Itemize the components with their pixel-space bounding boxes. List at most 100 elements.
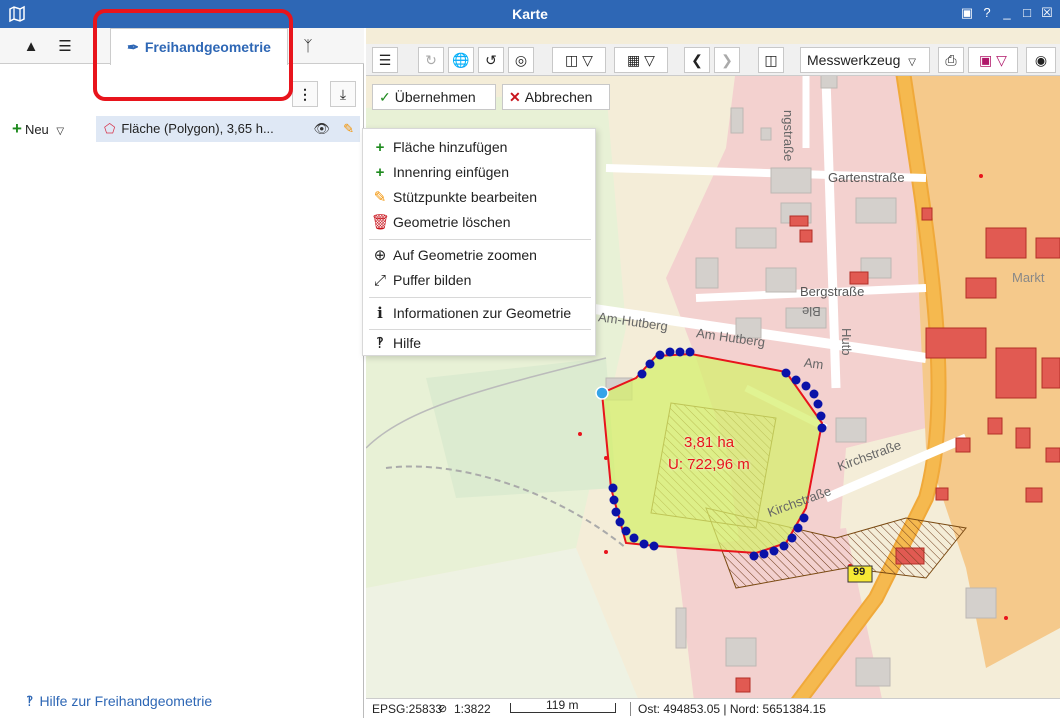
measure-tool-select[interactable]: Messwerkzeug ▽ <box>800 47 930 73</box>
tree-icon[interactable]: ▲ <box>18 34 44 60</box>
save-icon[interactable]: ▣ <box>960 4 974 22</box>
help-freihandgeometrie-link[interactable]: ‽ Hilfe zur Freihandgeometrie <box>26 693 212 710</box>
polygon-icon: ⬠ <box>104 121 116 136</box>
save-dropdown-icon[interactable]: ▣ ▽ <box>968 47 1018 73</box>
left-tab-bar: ▲ ☰ i ✒ Freihandgeometrie ᛉ <box>0 28 364 65</box>
epsg-label: EPSG:25833 <box>372 702 443 716</box>
tab-freihandgeometrie[interactable]: ✒ Freihandgeometrie <box>110 28 288 65</box>
branch-icon[interactable]: ᛉ <box>296 34 320 60</box>
status-separator <box>630 702 631 716</box>
maximize-icon[interactable]: □ <box>1020 4 1034 22</box>
info-tab-icon[interactable]: i <box>88 34 102 60</box>
new-button-label: Neu <box>24 122 49 137</box>
download-icon[interactable]: ⤓ <box>330 81 356 107</box>
menu-label: Hilfe <box>393 335 422 351</box>
street-label-markt: Markt <box>1012 270 1045 285</box>
menu-label: Stützpunkte bearbeiten <box>393 189 537 205</box>
zoom-in-icon: ⊕ <box>373 247 387 264</box>
crs-select-icon[interactable]: ⊘ <box>438 699 447 718</box>
scale-label: 1:3822 <box>454 702 491 716</box>
geometry-item-label: Fläche (Polygon), 3,65 h... <box>121 121 274 136</box>
street-label-ble: Ble <box>802 304 821 319</box>
pencil-icon: ✎ <box>373 189 387 206</box>
menu-label: Geometrie löschen <box>393 214 511 230</box>
left-panel: ▲ ☰ i ✒ Freihandgeometrie ᛉ ⋮ ⤓ + Neu ▽ ⬠ F… <box>0 28 364 718</box>
menu-item-geometry-info[interactable]: i Informationen zur Geometrie <box>363 301 597 326</box>
map-toolbar: ☰ ↻ 🌐 ↺ ◎ ◫ ▽ ▦ ▽ ❮ ❯ ◫ Messwerkzeug ▽ ⎙… <box>366 44 1060 76</box>
minimize-icon[interactable]: _ <box>1000 4 1014 22</box>
plus-icon: + <box>375 139 385 156</box>
check-icon: ✓ <box>379 89 391 105</box>
forward-icon: ❯ <box>714 47 740 73</box>
menu-label: Puffer bilden <box>393 272 472 288</box>
menu-item-buffer[interactable]: ⤢ Puffer bilden <box>363 268 597 293</box>
expand-arrows-icon: ⤢ <box>373 272 386 289</box>
menu-item-delete-geometry[interactable]: 🗑 Geometrie löschen <box>363 210 597 235</box>
menu-item-insert-inner-ring[interactable]: + Innenring einfügen <box>363 160 597 185</box>
help-link-label: Hilfe zur Freihandgeometrie <box>39 693 213 709</box>
cancel-label: Abbrechen <box>524 89 593 105</box>
reload-icon[interactable]: ↺ <box>478 47 504 73</box>
menu-item-add-area[interactable]: + Fläche hinzufügen <box>363 135 597 160</box>
chevron-down-icon: ▽ <box>908 57 916 68</box>
street-label-gartenstrasse: Gartenstraße <box>828 170 905 185</box>
menu-label: Fläche hinzufügen <box>393 139 508 155</box>
close-icon[interactable]: ☒ <box>1040 4 1054 22</box>
refresh-disabled-icon: ↻ <box>418 47 444 73</box>
grid-dropdown-icon[interactable]: ▦ ▽ <box>614 47 668 73</box>
coordinates-label: Ost: 494853.05 | Nord: 5651384.15 <box>638 702 826 716</box>
menu-separator <box>369 329 591 330</box>
help-icon[interactable]: ? <box>980 4 994 22</box>
cancel-button[interactable]: ✕ Abbrechen <box>502 84 610 110</box>
window-controls: ▣ ? _ □ ☒ <box>960 4 1054 22</box>
question-icon: ‽ <box>376 335 384 352</box>
chevron-down-icon: ▽ <box>56 126 65 137</box>
info-icon: i <box>377 304 383 322</box>
polygon-area-label: 3,81 ha <box>684 434 735 451</box>
road-number-label: 99 <box>853 566 866 578</box>
menu-item-zoom-to-geometry[interactable]: ⊕ Auf Geometrie zoomen <box>363 243 597 268</box>
globe-icon[interactable]: 🌐 <box>448 47 474 73</box>
pencil-icon[interactable]: ✎ <box>343 116 354 142</box>
brush-icon: ✒ <box>127 39 139 55</box>
more-options-icon[interactable]: ⋮ <box>292 81 318 107</box>
left-toolbar: ⋮ ⤓ <box>0 78 364 108</box>
plus-icon: + <box>12 119 22 138</box>
eye-icon[interactable]: 👁 <box>313 116 330 142</box>
measure-tool-label: Messwerkzeug <box>807 52 901 68</box>
layer-list-icon[interactable]: ☰ <box>372 47 398 73</box>
eraser-icon[interactable]: ◫ <box>758 47 784 73</box>
back-icon[interactable]: ❮ <box>684 47 710 73</box>
street-label-am: Am <box>803 354 825 373</box>
menu-label: Auf Geometrie zoomen <box>393 247 537 263</box>
menu-item-help[interactable]: ‽ Hilfe <box>363 331 597 356</box>
question-icon: ‽ <box>26 693 34 709</box>
map-view-dropdown-icon[interactable]: ◫ ▽ <box>552 47 606 73</box>
trash-icon: 🗑 <box>371 214 391 231</box>
close-icon: ✕ <box>509 89 521 105</box>
geometry-context-menu: + Fläche hinzufügen + Innenring einfügen ✎… <box>362 128 596 356</box>
new-geometry-button[interactable]: + Neu ▽ <box>8 116 90 142</box>
binoculars-icon[interactable]: ◉ <box>1026 47 1056 73</box>
list-icon[interactable]: ☰ <box>52 34 78 60</box>
menu-label: Innenring einfügen <box>393 164 509 180</box>
window-title: Karte <box>512 6 548 22</box>
apply-button[interactable]: ✓ Übernehmen <box>372 84 496 110</box>
status-bar: EPSG:25833 ⊘ 1:3822 119 m Ost: 494853.05… <box>366 698 1060 718</box>
street-label-bergstrasse: Bergstraße <box>800 284 865 299</box>
geometry-row: + Neu ▽ ⬠ Fläche (Polygon), 3,65 h... 👁 ✎ <box>8 116 360 142</box>
menu-item-edit-vertices[interactable]: ✎ Stützpunkte bearbeiten <box>363 185 597 210</box>
print-icon[interactable]: ⎙ <box>938 47 964 73</box>
polygon-perimeter-label: U: 722,96 m <box>668 456 750 473</box>
scale-length-label: 119 m <box>546 698 579 712</box>
menu-label: Informationen zur Geometrie <box>393 305 572 321</box>
street-label-top: ngstraße <box>781 110 796 162</box>
apply-label: Übernehmen <box>394 89 476 105</box>
geometry-list-item[interactable]: ⬠ Fläche (Polygon), 3,65 h... 👁 ✎ <box>96 116 360 142</box>
menu-separator <box>369 239 591 240</box>
locate-icon[interactable]: ◎ <box>508 47 534 73</box>
menu-separator <box>369 297 591 298</box>
street-label-hutb: Hutb <box>839 328 854 356</box>
plus-icon: + <box>375 164 385 181</box>
window-titlebar: Karte ▣ ? _ □ ☒ <box>0 0 1060 28</box>
